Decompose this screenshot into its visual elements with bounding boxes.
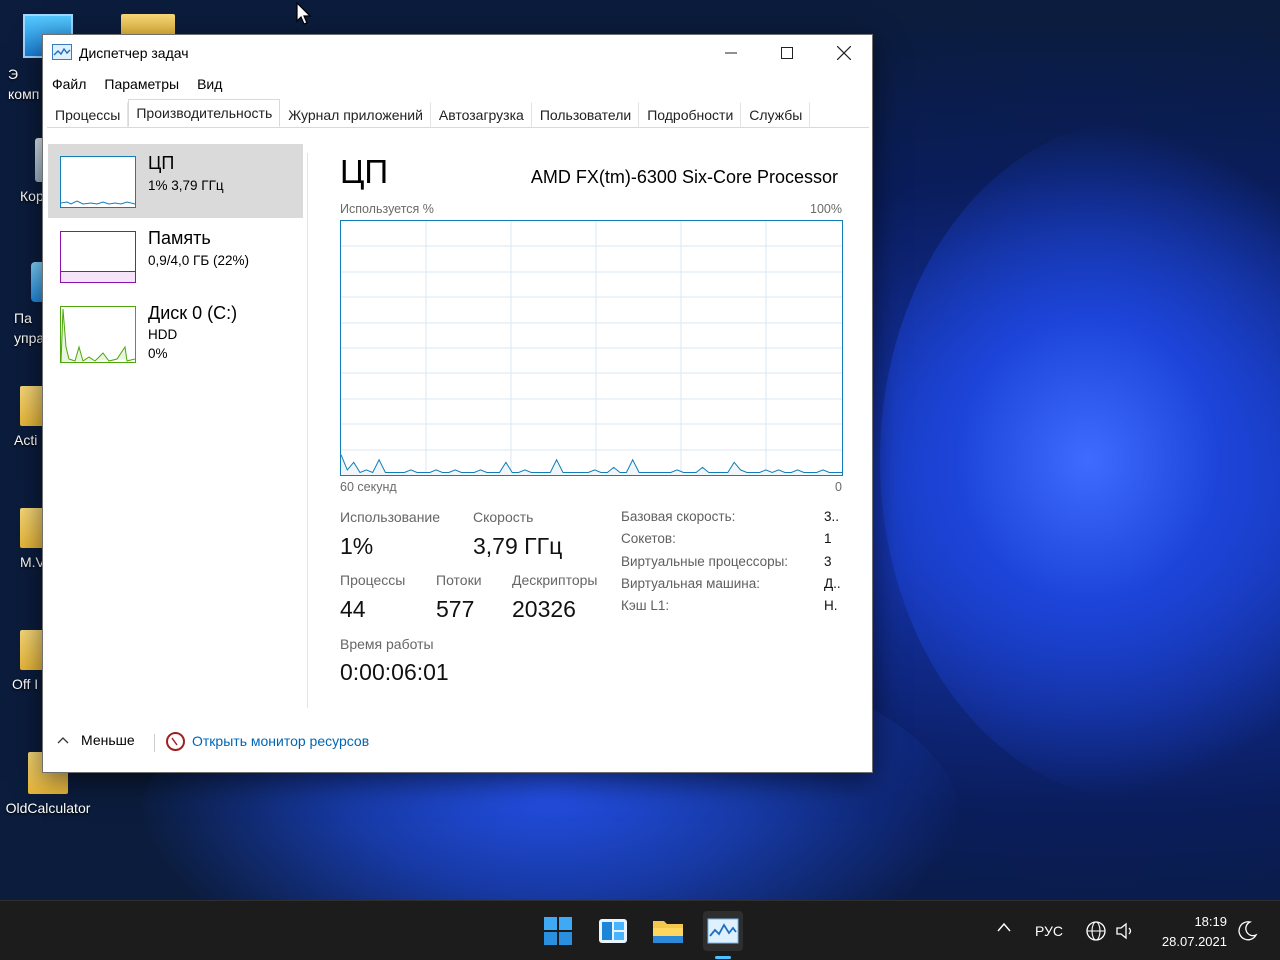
- chevron-up-icon: [997, 922, 1011, 932]
- footer-separator: [154, 734, 155, 752]
- cpu-usage-line: [340, 454, 842, 474]
- desktop-icon-label: OldCalculator: [5, 800, 91, 816]
- sockets-label: Сокетов:: [621, 531, 676, 546]
- footer-bar: Меньше Открыть монитор ресурсов: [43, 730, 872, 754]
- globe-icon: [1086, 921, 1106, 941]
- processes-value: 44: [340, 596, 366, 622]
- handles-label: Дескрипторы: [512, 572, 598, 588]
- usage-value: 1%: [340, 533, 374, 559]
- open-resource-monitor-link[interactable]: Открыть монитор ресурсов: [192, 733, 369, 749]
- folder-icon: [121, 14, 175, 36]
- menu-options[interactable]: Параметры: [95, 73, 188, 97]
- base-speed-label: Базовая скорость:: [621, 509, 736, 524]
- close-button[interactable]: [816, 35, 872, 71]
- do-not-disturb-moon-icon: [1238, 921, 1258, 941]
- close-icon: [837, 46, 851, 60]
- mouse-cursor-icon: [296, 2, 312, 25]
- disk-thumbnail-graph: [60, 306, 136, 363]
- speed-value: 3,79 ГГц: [473, 533, 563, 559]
- volume-button[interactable]: [1114, 920, 1136, 945]
- cpu-model-name: AMD FX(tm)-6300 Six-Core Processor: [530, 167, 838, 187]
- handles-value: 20326: [512, 596, 576, 622]
- speed-label: Скорость: [473, 509, 534, 525]
- maximize-icon: [781, 47, 793, 59]
- graph-label-time-span: 60 секунд: [340, 480, 397, 494]
- resource-name: ЦП: [148, 153, 175, 173]
- show-hidden-icons-button[interactable]: [996, 921, 1012, 936]
- maximize-button[interactable]: [759, 35, 815, 71]
- uptime-label: Время работы: [340, 636, 434, 652]
- graph-label-usage: Используется %: [340, 202, 434, 216]
- graph-label-time-end: 0: [835, 480, 842, 494]
- file-explorer-icon: [653, 921, 683, 943]
- l1-cache-value: Н.: [824, 598, 838, 613]
- processes-label: Процессы: [340, 572, 406, 588]
- fewer-details-label: Меньше: [81, 732, 135, 748]
- cpu-usage-graph: [340, 220, 843, 476]
- title-bar[interactable]: Диспетчер задач: [43, 35, 872, 71]
- task-manager-icon: [707, 918, 739, 944]
- graph-label-max: 100%: [810, 202, 842, 216]
- tab-startup[interactable]: Автозагрузка: [431, 102, 532, 128]
- memory-thumbnail-graph: [60, 231, 136, 283]
- resource-name: Память: [148, 228, 211, 248]
- tab-users[interactable]: Пользователи: [532, 102, 640, 128]
- windows-start-icon: [544, 917, 572, 945]
- chevron-up-icon: [57, 737, 69, 744]
- widgets-button[interactable]: [593, 911, 633, 951]
- minimize-icon: [725, 52, 737, 54]
- widgets-icon: [599, 919, 627, 943]
- tab-performance[interactable]: Производительность: [128, 99, 281, 127]
- menu-file[interactable]: Файл: [43, 73, 95, 97]
- resource-detail: 1% 3,79 ГГц: [148, 178, 224, 193]
- notifications-button[interactable]: [1236, 920, 1258, 945]
- start-button[interactable]: [538, 911, 578, 951]
- clock-date: 28.07.2021: [1161, 934, 1227, 949]
- virtual-machine-label: Виртуальная машина:: [621, 576, 761, 591]
- network-status-button[interactable]: [1085, 920, 1107, 945]
- resource-name: Диск 0 (C:): [148, 303, 238, 323]
- threads-label: Потоки: [436, 572, 482, 588]
- task-manager-window: Диспетчер задач Файл Параметры Вид Проце…: [42, 34, 873, 773]
- file-explorer-button[interactable]: [648, 911, 688, 951]
- tab-app-history[interactable]: Журнал приложений: [280, 102, 431, 128]
- active-app-indicator: [715, 956, 731, 959]
- resource-item-disk[interactable]: Диск 0 (C:) HDD 0%: [48, 294, 303, 368]
- fewer-details-button[interactable]: Меньше: [57, 732, 135, 748]
- tab-services[interactable]: Службы: [741, 102, 811, 128]
- resource-item-memory[interactable]: Память 0,9/4,0 ГБ (22%): [48, 219, 303, 293]
- tab-details[interactable]: Подробности: [639, 102, 742, 128]
- wallpaper-bloom: [880, 120, 1280, 800]
- sockets-value: 1: [824, 531, 832, 546]
- virtual-processors-value: 3: [824, 554, 832, 569]
- menu-bar: Файл Параметры Вид: [43, 73, 231, 97]
- cpu-thumbnail-graph: [60, 156, 136, 208]
- minimize-button[interactable]: [703, 35, 759, 71]
- virtual-processors-label: Виртуальные процессоры:: [621, 554, 789, 569]
- tab-bar: Процессы Производительность Журнал прило…: [47, 99, 869, 128]
- taskbar: РУС 18:19 28.07.2021: [0, 900, 1280, 960]
- menu-view[interactable]: Вид: [188, 73, 231, 97]
- task-manager-taskbar-button[interactable]: [703, 911, 743, 951]
- panel-divider: [307, 153, 308, 708]
- resource-detail: 0,9/4,0 ГБ (22%): [148, 253, 249, 268]
- clock-button[interactable]: 18:19 28.07.2021: [1155, 912, 1227, 952]
- task-manager-app-icon: [52, 44, 72, 60]
- window-title: Диспетчер задач: [79, 45, 189, 61]
- resource-item-cpu[interactable]: ЦП 1% 3,79 ГГц: [48, 144, 303, 218]
- speaker-icon: [1116, 922, 1132, 940]
- virtual-machine-value: Д..: [824, 576, 841, 591]
- cpu-heading: ЦП: [340, 153, 389, 190]
- tab-processes[interactable]: Процессы: [47, 102, 129, 128]
- resource-detail: 0%: [148, 346, 168, 361]
- resource-monitor-icon: [166, 732, 185, 751]
- l1-cache-label: Кэш L1:: [621, 598, 670, 613]
- input-language-indicator[interactable]: РУС: [1035, 923, 1063, 939]
- clock-time: 18:19: [1194, 914, 1227, 929]
- resource-detail: HDD: [148, 327, 178, 342]
- uptime-value: 0:00:06:01: [340, 659, 449, 685]
- usage-label: Использование: [340, 509, 441, 525]
- base-speed-value: 3..: [824, 509, 840, 524]
- threads-value: 577: [436, 596, 475, 622]
